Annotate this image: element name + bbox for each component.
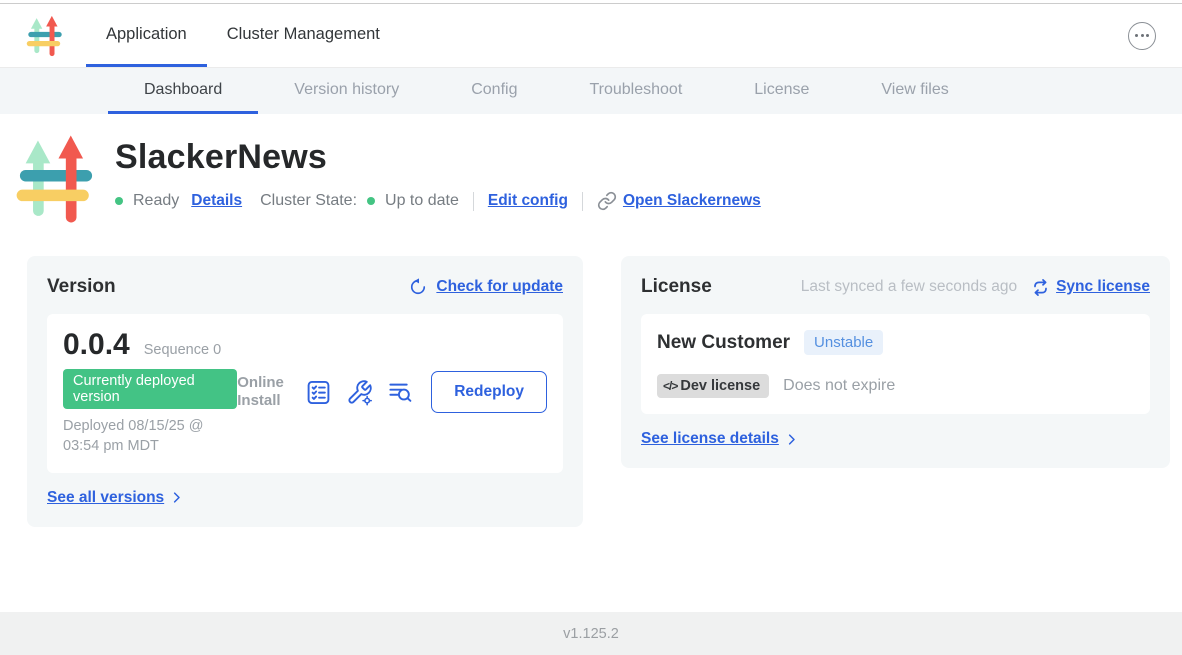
- tab-application-label: Application: [106, 25, 187, 44]
- see-all-versions-link[interactable]: See all versions: [47, 489, 563, 507]
- see-all-versions-label: See all versions: [47, 489, 164, 507]
- sync-license-link[interactable]: Sync license: [1031, 278, 1150, 297]
- brand-logo[interactable]: [26, 4, 64, 67]
- subnav-tab-view-files[interactable]: View files: [845, 68, 984, 114]
- app-ready-dot-icon: [115, 197, 123, 205]
- license-panel: New Customer Unstable </> Dev license Do…: [641, 314, 1150, 414]
- subnav-license-label: License: [754, 81, 809, 99]
- preflight-checks-icon[interactable]: [304, 378, 332, 406]
- slackernews-app-logo-icon: [15, 132, 97, 226]
- console-footer: v1.125.2: [0, 612, 1182, 655]
- check-for-update-label: Check for update: [436, 278, 563, 296]
- dashboard-cards: Version Check for update: [27, 256, 1170, 527]
- ellipsis-icon: [1135, 34, 1138, 37]
- install-type-label: Online Install: [237, 374, 291, 412]
- refresh-icon: [408, 277, 428, 297]
- channel-badge: Unstable: [804, 330, 883, 355]
- chevron-right-icon: [784, 432, 799, 447]
- version-card-title: Version: [47, 276, 116, 298]
- slackernews-logo-icon: [26, 15, 64, 57]
- top-nav-tabs: Application Cluster Management: [86, 4, 400, 67]
- customer-name: New Customer: [657, 332, 790, 354]
- redeploy-button[interactable]: Redeploy: [431, 371, 547, 413]
- sync-license-label: Sync license: [1056, 278, 1150, 296]
- current-version-panel: 0.0.4 Sequence 0 Currently deployed vers…: [47, 314, 563, 473]
- console-version-text: v1.125.2: [563, 626, 619, 642]
- see-license-details-label: See license details: [641, 430, 779, 448]
- app-status-row: Ready Details Cluster State: Up to date …: [115, 191, 761, 211]
- page-title: SlackerNews: [115, 138, 761, 177]
- chevron-right-icon: [169, 490, 184, 505]
- license-card-title: License: [641, 276, 712, 298]
- subnav-config-label: Config: [471, 81, 517, 99]
- divider: [473, 192, 474, 211]
- app-header: SlackerNews Ready Details Cluster State:…: [15, 132, 1182, 226]
- app-status-text: Ready: [133, 192, 179, 210]
- tab-cluster-management-label: Cluster Management: [227, 25, 380, 44]
- dashboard-main: SlackerNews Ready Details Cluster State:…: [0, 114, 1182, 612]
- open-app-link-label: Open Slackernews: [623, 192, 761, 210]
- code-icon: </>: [663, 379, 677, 393]
- subnav-tab-version-history[interactable]: Version history: [258, 68, 435, 114]
- main-navbar: Application Cluster Management: [0, 4, 1182, 68]
- subnav-dashboard-label: Dashboard: [144, 81, 222, 99]
- license-type-badge: </> Dev license: [657, 374, 769, 398]
- cluster-state-text: Up to date: [385, 192, 459, 210]
- license-type-label: Dev license: [680, 378, 760, 394]
- app-window: Application Cluster Management Dashboard…: [0, 0, 1182, 655]
- see-license-details-link[interactable]: See license details: [641, 430, 1150, 448]
- sequence-label: Sequence 0: [144, 342, 221, 358]
- sync-arrows-icon: [1031, 278, 1050, 297]
- chain-link-icon: [597, 191, 617, 211]
- open-app-link[interactable]: Open Slackernews: [597, 191, 761, 211]
- tab-cluster-management[interactable]: Cluster Management: [207, 4, 400, 67]
- version-card: Version Check for update: [27, 256, 583, 527]
- subnav-tab-license[interactable]: License: [718, 68, 845, 114]
- version-number: 0.0.4: [63, 328, 130, 362]
- deployed-badge: Currently deployed version: [63, 369, 237, 409]
- cluster-state-dot-icon: [367, 197, 375, 205]
- app-subnav: Dashboard Version history Config Trouble…: [0, 68, 1182, 114]
- overflow-menu-button[interactable]: [1128, 22, 1156, 50]
- subnav-troubleshoot-label: Troubleshoot: [589, 81, 682, 99]
- check-for-update-link[interactable]: Check for update: [408, 277, 563, 297]
- license-card: License Last synced a few seconds ago: [621, 256, 1170, 468]
- navbar-right: [1128, 4, 1156, 67]
- view-logs-icon[interactable]: [386, 378, 414, 406]
- status-details-link[interactable]: Details: [191, 192, 242, 210]
- subnav-version-history-label: Version history: [294, 81, 399, 99]
- subnav-tab-troubleshoot[interactable]: Troubleshoot: [553, 68, 718, 114]
- license-expiry-text: Does not expire: [783, 377, 895, 395]
- cluster-state-label: Cluster State:: [260, 192, 357, 210]
- last-synced-text: Last synced a few seconds ago: [801, 278, 1017, 296]
- deployed-timestamp: Deployed 08/15/25 @ 03:54 pm MDT: [63, 416, 237, 457]
- subnav-tab-dashboard[interactable]: Dashboard: [108, 68, 258, 114]
- edit-config-link[interactable]: Edit config: [488, 192, 568, 210]
- divider: [582, 192, 583, 211]
- tab-application[interactable]: Application: [86, 4, 207, 67]
- subnav-view-files-label: View files: [881, 81, 948, 99]
- config-wrench-icon[interactable]: [345, 378, 373, 406]
- subnav-tab-config[interactable]: Config: [435, 68, 553, 114]
